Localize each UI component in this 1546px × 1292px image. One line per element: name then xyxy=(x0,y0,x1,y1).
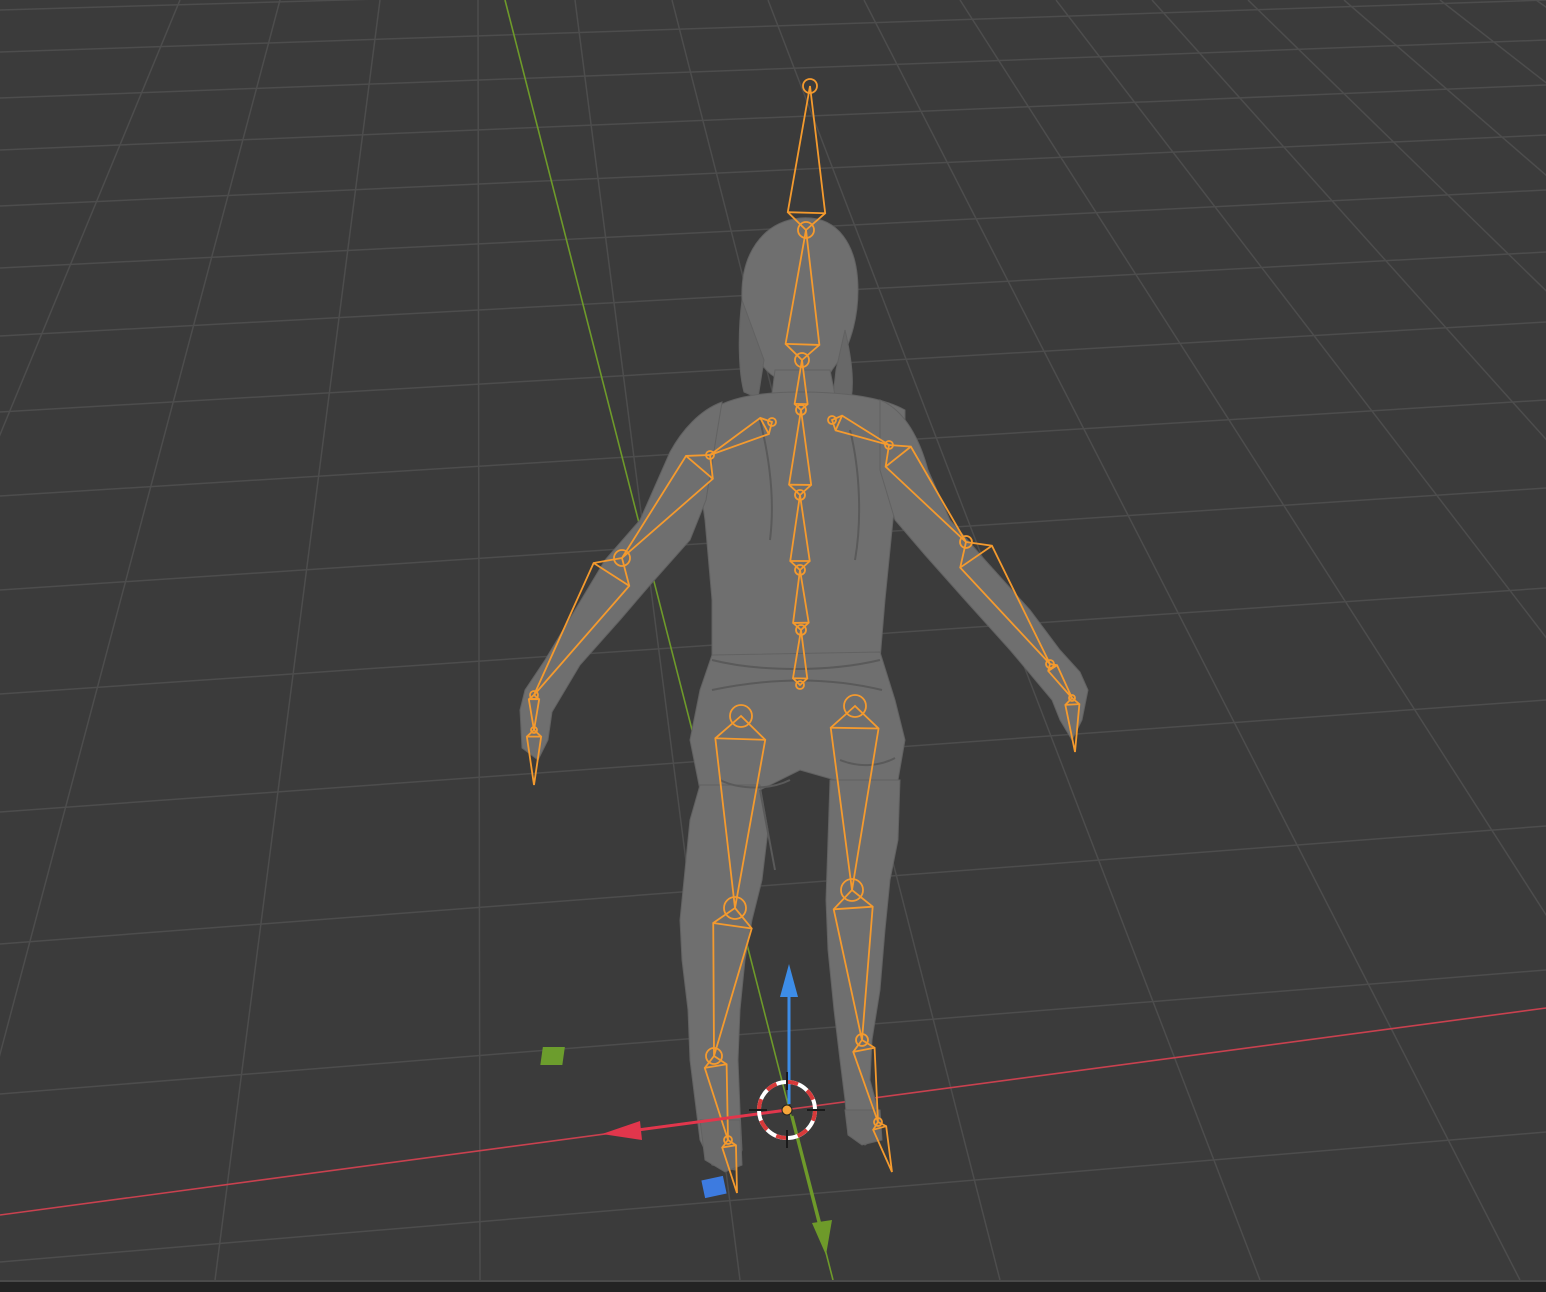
grid-line xyxy=(1535,0,1546,9)
grid-line xyxy=(0,134,1546,207)
grid-line xyxy=(1055,0,1546,639)
armature-bone-edge xyxy=(785,342,820,346)
grid-line xyxy=(0,0,181,437)
3d-viewport[interactable] xyxy=(0,0,1546,1292)
object-origin-dot xyxy=(781,1104,793,1116)
grid-line xyxy=(0,825,1546,945)
grid-line xyxy=(477,0,481,1280)
armature-bone-edge xyxy=(1065,703,1080,706)
grid-line xyxy=(0,969,1546,1095)
gizmo-z-arrowhead[interactable] xyxy=(780,964,798,997)
grid-line xyxy=(863,0,1521,1280)
grid-line xyxy=(1151,0,1546,441)
gizmo-xy-plane-handle[interactable] xyxy=(701,1175,727,1199)
viewport-canvas[interactable] xyxy=(0,0,1546,1280)
3d-cursor-icon[interactable] xyxy=(749,1072,825,1148)
viewport-bottom-border xyxy=(0,1280,1546,1292)
gizmo-y-arrowhead[interactable] xyxy=(812,1220,832,1255)
grid-line xyxy=(0,39,1546,99)
gizmo-xz-plane-handle[interactable] xyxy=(540,1047,565,1065)
gizmo-x-arrowhead[interactable] xyxy=(602,1121,642,1140)
armature-bone-edge xyxy=(787,211,826,215)
armature-bone-edge xyxy=(830,726,879,730)
grid-line xyxy=(0,0,1546,53)
grid-line xyxy=(0,84,1546,151)
grid-line xyxy=(0,0,281,1058)
armature-bone-icon[interactable] xyxy=(786,85,827,232)
